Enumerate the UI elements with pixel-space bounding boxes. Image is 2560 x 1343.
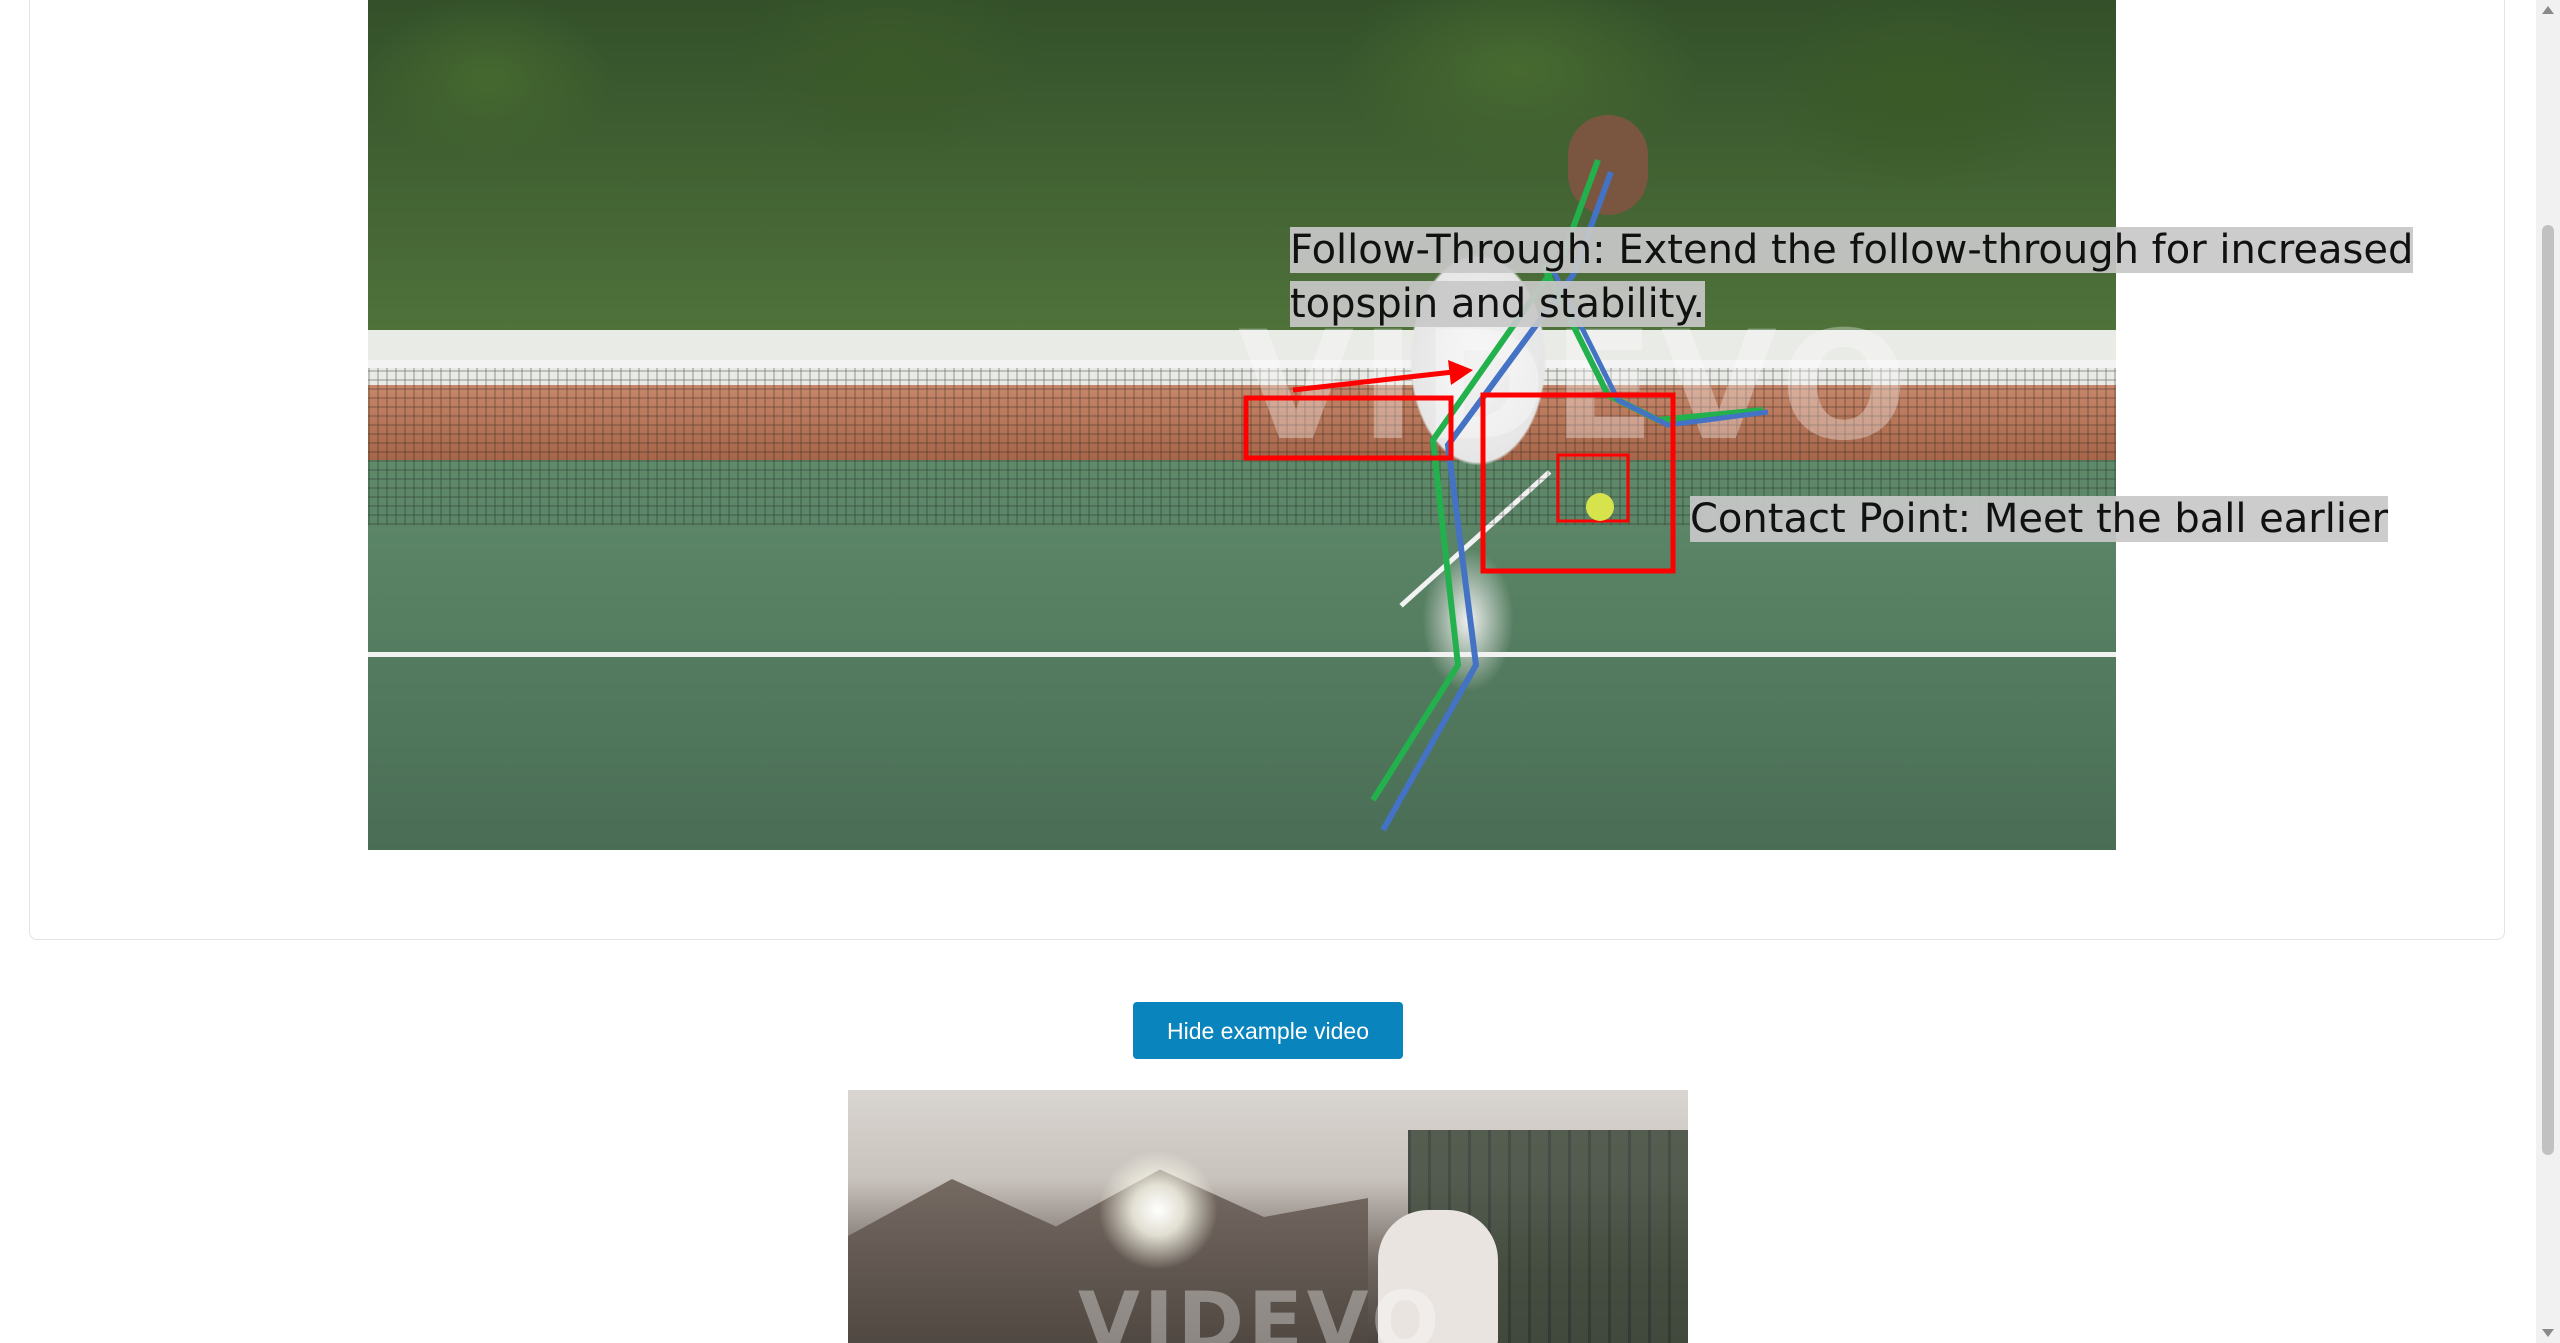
follow-through-annotation: Follow-Through: Extend the follow-throug…: [1290, 227, 2414, 327]
example-video-watermark: VIDEVO: [1078, 1275, 1444, 1343]
scroll-down-icon[interactable]: [2542, 1329, 2554, 1337]
tennis-ball: [1586, 493, 1614, 521]
direction-arrow: [1292, 369, 1454, 393]
scroll-up-icon[interactable]: [2542, 6, 2554, 14]
example-video[interactable]: VIDEVO: [848, 1090, 1688, 1343]
hide-example-video-button[interactable]: Hide example video: [1133, 1002, 1403, 1059]
follow-through-box: [1243, 395, 1454, 461]
page-scrollbar[interactable]: [2536, 0, 2560, 1343]
analysis-video[interactable]: VIDEVO: [368, 0, 2116, 850]
direction-arrowhead: [1448, 360, 1473, 385]
pose-overlay: [1243, 158, 1769, 832]
contact-point-annotation: Contact Point: Meet the ball earlier: [1690, 496, 2389, 542]
racket-box: [1480, 392, 1676, 574]
scrollbar-thumb[interactable]: [2542, 225, 2554, 1155]
sun-glare: [1098, 1150, 1218, 1270]
